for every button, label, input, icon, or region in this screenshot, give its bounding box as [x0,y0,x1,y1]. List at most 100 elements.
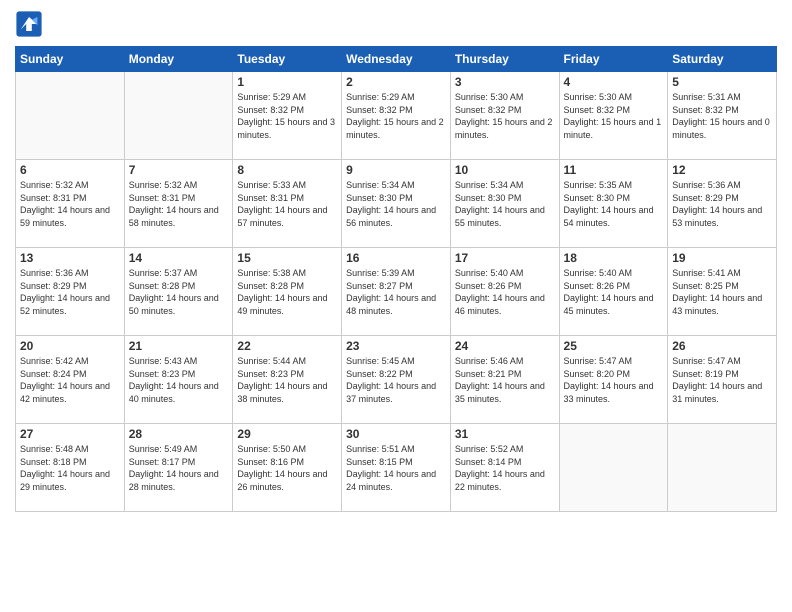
calendar: Sunday Monday Tuesday Wednesday Thursday… [15,46,777,512]
day-number: 13 [20,251,120,265]
day-info: Sunrise: 5:29 AM Sunset: 8:32 PM Dayligh… [237,91,337,141]
day-number: 10 [455,163,555,177]
calendar-cell: 9 Sunrise: 5:34 AM Sunset: 8:30 PM Daylig… [342,160,451,248]
day-info: Sunrise: 5:43 AM Sunset: 8:23 PM Dayligh… [129,355,229,405]
col-thursday: Thursday [450,47,559,72]
calendar-cell [124,72,233,160]
day-info: Sunrise: 5:34 AM Sunset: 8:30 PM Dayligh… [346,179,446,229]
week-row-5: 27 Sunrise: 5:48 AM Sunset: 8:18 PM Dayli… [16,424,777,512]
week-row-4: 20 Sunrise: 5:42 AM Sunset: 8:24 PM Dayli… [16,336,777,424]
calendar-cell: 11Sunrise: 5:35 AM Sunset: 8:30 PM Dayli… [559,160,668,248]
day-info: Sunrise: 5:46 AM Sunset: 8:21 PM Dayligh… [455,355,555,405]
header [15,10,777,38]
col-friday: Friday [559,47,668,72]
calendar-cell [559,424,668,512]
week-row-3: 13 Sunrise: 5:36 AM Sunset: 8:29 PM Dayli… [16,248,777,336]
day-info: Sunrise: 5:32 AM Sunset: 8:31 PM Dayligh… [129,179,229,229]
day-number: 16 [346,251,446,265]
calendar-cell [16,72,125,160]
day-number: 17 [455,251,555,265]
day-info: Sunrise: 5:41 AM Sunset: 8:25 PM Dayligh… [672,267,772,317]
day-number: 15 [237,251,337,265]
day-info: Sunrise: 5:34 AM Sunset: 8:30 PM Dayligh… [455,179,555,229]
calendar-cell: 27 Sunrise: 5:48 AM Sunset: 8:18 PM Dayli… [16,424,125,512]
logo [15,10,47,38]
day-info: Sunrise: 5:45 AM Sunset: 8:22 PM Dayligh… [346,355,446,405]
day-info: Sunrise: 5:48 AM Sunset: 8:18 PM Dayligh… [20,443,120,493]
day-number: 2 [346,75,446,89]
day-info: Sunrise: 5:40 AM Sunset: 8:26 PM Dayligh… [564,267,664,317]
day-info: Sunrise: 5:36 AM Sunset: 8:29 PM Dayligh… [672,179,772,229]
calendar-cell: 19Sunrise: 5:41 AM Sunset: 8:25 PM Dayli… [668,248,777,336]
calendar-cell: 1 Sunrise: 5:29 AM Sunset: 8:32 PM Daylig… [233,72,342,160]
calendar-cell: 31Sunrise: 5:52 AM Sunset: 8:14 PM Dayli… [450,424,559,512]
day-number: 30 [346,427,446,441]
calendar-cell: 12 Sunrise: 5:36 AM Sunset: 8:29 PM Dayli… [668,160,777,248]
calendar-cell: 24 Sunrise: 5:46 AM Sunset: 8:21 PM Dayli… [450,336,559,424]
day-number: 26 [672,339,772,353]
day-info: Sunrise: 5:29 AM Sunset: 8:32 PM Dayligh… [346,91,446,141]
calendar-cell: 6 Sunrise: 5:32 AM Sunset: 8:31 PM Daylig… [16,160,125,248]
calendar-cell: 29Sunrise: 5:50 AM Sunset: 8:16 PM Dayli… [233,424,342,512]
day-number: 12 [672,163,772,177]
calendar-cell: 26 Sunrise: 5:47 AM Sunset: 8:19 PM Dayli… [668,336,777,424]
day-number: 27 [20,427,120,441]
day-number: 18 [564,251,664,265]
col-sunday: Sunday [16,47,125,72]
day-info: Sunrise: 5:47 AM Sunset: 8:19 PM Dayligh… [672,355,772,405]
calendar-cell: 16 Sunrise: 5:39 AM Sunset: 8:27 PM Dayli… [342,248,451,336]
calendar-cell: 28Sunrise: 5:49 AM Sunset: 8:17 PM Dayli… [124,424,233,512]
week-row-1: 1 Sunrise: 5:29 AM Sunset: 8:32 PM Daylig… [16,72,777,160]
calendar-cell: 7 Sunrise: 5:32 AM Sunset: 8:31 PM Daylig… [124,160,233,248]
calendar-cell: 30 Sunrise: 5:51 AM Sunset: 8:15 PM Dayli… [342,424,451,512]
day-number: 7 [129,163,229,177]
col-saturday: Saturday [668,47,777,72]
day-info: Sunrise: 5:38 AM Sunset: 8:28 PM Dayligh… [237,267,337,317]
day-number: 5 [672,75,772,89]
day-info: Sunrise: 5:42 AM Sunset: 8:24 PM Dayligh… [20,355,120,405]
calendar-cell: 15 Sunrise: 5:38 AM Sunset: 8:28 PM Dayli… [233,248,342,336]
calendar-header-row: Sunday Monday Tuesday Wednesday Thursday… [16,47,777,72]
day-info: Sunrise: 5:49 AM Sunset: 8:17 PM Dayligh… [129,443,229,493]
day-number: 23 [346,339,446,353]
logo-icon [15,10,43,38]
day-info: Sunrise: 5:40 AM Sunset: 8:26 PM Dayligh… [455,267,555,317]
day-number: 14 [129,251,229,265]
day-number: 6 [20,163,120,177]
day-number: 3 [455,75,555,89]
calendar-cell: 13 Sunrise: 5:36 AM Sunset: 8:29 PM Dayli… [16,248,125,336]
day-info: Sunrise: 5:51 AM Sunset: 8:15 PM Dayligh… [346,443,446,493]
day-info: Sunrise: 5:39 AM Sunset: 8:27 PM Dayligh… [346,267,446,317]
day-info: Sunrise: 5:32 AM Sunset: 8:31 PM Dayligh… [20,179,120,229]
day-number: 24 [455,339,555,353]
calendar-cell: 20 Sunrise: 5:42 AM Sunset: 8:24 PM Dayli… [16,336,125,424]
day-number: 31 [455,427,555,441]
day-number: 29 [237,427,337,441]
calendar-cell: 22Sunrise: 5:44 AM Sunset: 8:23 PM Dayli… [233,336,342,424]
calendar-cell: 25Sunrise: 5:47 AM Sunset: 8:20 PM Dayli… [559,336,668,424]
calendar-cell [668,424,777,512]
week-row-2: 6 Sunrise: 5:32 AM Sunset: 8:31 PM Daylig… [16,160,777,248]
day-number: 21 [129,339,229,353]
calendar-cell: 21 Sunrise: 5:43 AM Sunset: 8:23 PM Dayli… [124,336,233,424]
day-info: Sunrise: 5:33 AM Sunset: 8:31 PM Dayligh… [237,179,337,229]
col-wednesday: Wednesday [342,47,451,72]
day-info: Sunrise: 5:31 AM Sunset: 8:32 PM Dayligh… [672,91,772,141]
col-tuesday: Tuesday [233,47,342,72]
day-number: 8 [237,163,337,177]
day-number: 9 [346,163,446,177]
day-info: Sunrise: 5:47 AM Sunset: 8:20 PM Dayligh… [564,355,664,405]
calendar-cell: 10 Sunrise: 5:34 AM Sunset: 8:30 PM Dayli… [450,160,559,248]
calendar-cell: 2 Sunrise: 5:29 AM Sunset: 8:32 PM Daylig… [342,72,451,160]
calendar-cell: 17 Sunrise: 5:40 AM Sunset: 8:26 PM Dayli… [450,248,559,336]
day-info: Sunrise: 5:35 AM Sunset: 8:30 PM Dayligh… [564,179,664,229]
day-number: 1 [237,75,337,89]
calendar-cell: 8 Sunrise: 5:33 AM Sunset: 8:31 PM Daylig… [233,160,342,248]
day-info: Sunrise: 5:37 AM Sunset: 8:28 PM Dayligh… [129,267,229,317]
day-info: Sunrise: 5:44 AM Sunset: 8:23 PM Dayligh… [237,355,337,405]
calendar-cell: 14 Sunrise: 5:37 AM Sunset: 8:28 PM Dayli… [124,248,233,336]
calendar-cell: 23 Sunrise: 5:45 AM Sunset: 8:22 PM Dayli… [342,336,451,424]
day-info: Sunrise: 5:36 AM Sunset: 8:29 PM Dayligh… [20,267,120,317]
day-info: Sunrise: 5:30 AM Sunset: 8:32 PM Dayligh… [455,91,555,141]
day-number: 20 [20,339,120,353]
